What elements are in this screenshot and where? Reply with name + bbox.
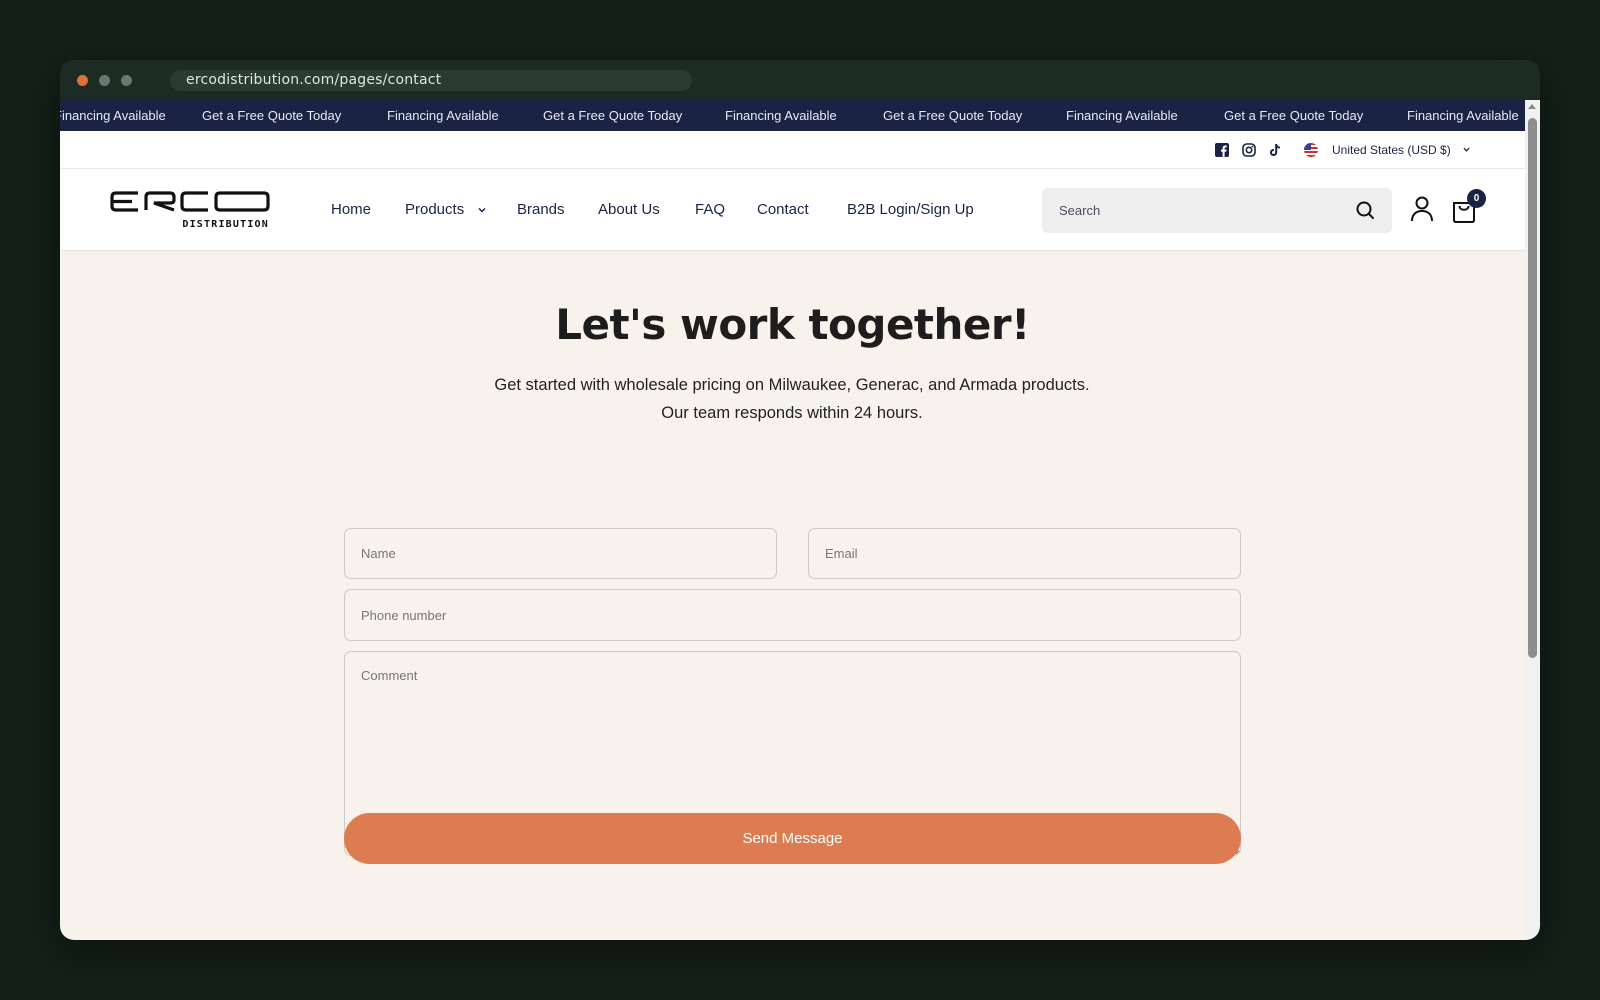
site-header: DISTRIBUTION Home Products Brands About … [60,169,1525,251]
phone-input[interactable] [344,589,1241,641]
name-input[interactable] [344,528,777,579]
user-icon [1411,196,1433,222]
instagram-icon[interactable] [1242,143,1256,157]
chevron-down-icon[interactable] [1463,146,1470,153]
announcement-item: Financing Available [60,108,166,123]
close-window-button[interactable] [77,75,88,86]
announcement-item: Get a Free Quote Today [1224,108,1364,123]
announcement-item: Get a Free Quote Today [883,108,1023,123]
scrollbar-thumb[interactable] [1528,118,1537,658]
facebook-icon[interactable] [1215,143,1229,157]
chevron-down-icon[interactable] [478,206,486,214]
search-icon [1356,201,1374,219]
announcement-item: Get a Free Quote Today [543,108,683,123]
email-input[interactable] [808,528,1241,579]
nav-contact[interactable]: Contact [757,169,809,251]
search-button[interactable] [1354,199,1377,222]
announcement-item: Get a Free Quote Today [202,108,342,123]
announcement-item: Financing Available [387,108,499,123]
account-button[interactable] [1409,194,1435,224]
scroll-up-arrow-icon[interactable] [1528,104,1536,109]
page-title: Let's work together! [555,300,1030,349]
announcement-item: Financing Available [725,108,837,123]
page-viewport: Financing Available Get a Free Quote Tod… [60,100,1525,940]
nav-b2b-login[interactable]: B2B Login/Sign Up [847,169,974,251]
region-selector[interactable]: United States (USD $) [1332,131,1451,169]
us-flag-icon [1304,143,1318,157]
nav-home[interactable]: Home [331,169,371,251]
announcement-item: Financing Available [1066,108,1178,123]
search-box [1042,188,1392,233]
nav-about-us[interactable]: About Us [598,169,660,251]
cart-count-badge: 0 [1467,189,1486,208]
utility-bar: United States (USD $) [60,131,1525,169]
search-input[interactable] [1042,188,1342,233]
logo-subtext: DISTRIBUTION [182,219,269,230]
page-scrollbar[interactable] [1525,100,1540,940]
announcement-item: Financing Available [1407,108,1519,123]
browser-window: ercodistribution.com/pages/contact Finan… [60,60,1540,940]
send-message-button[interactable]: Send Message [344,813,1241,864]
minimize-window-button[interactable] [99,75,110,86]
erco-logo[interactable]: DISTRIBUTION [110,189,272,231]
nav-brands[interactable]: Brands [517,169,565,251]
page-subtitle: Get started with wholesale pricing on Mi… [494,376,1090,422]
nav-products[interactable]: Products [405,169,464,251]
tiktok-icon[interactable] [1268,143,1282,157]
browser-titlebar: ercodistribution.com/pages/contact [60,60,1540,100]
announcement-bar: Financing Available Get a Free Quote Tod… [60,100,1525,131]
address-bar[interactable]: ercodistribution.com/pages/contact [170,70,692,91]
nav-faq[interactable]: FAQ [695,169,725,251]
maximize-window-button[interactable] [121,75,132,86]
